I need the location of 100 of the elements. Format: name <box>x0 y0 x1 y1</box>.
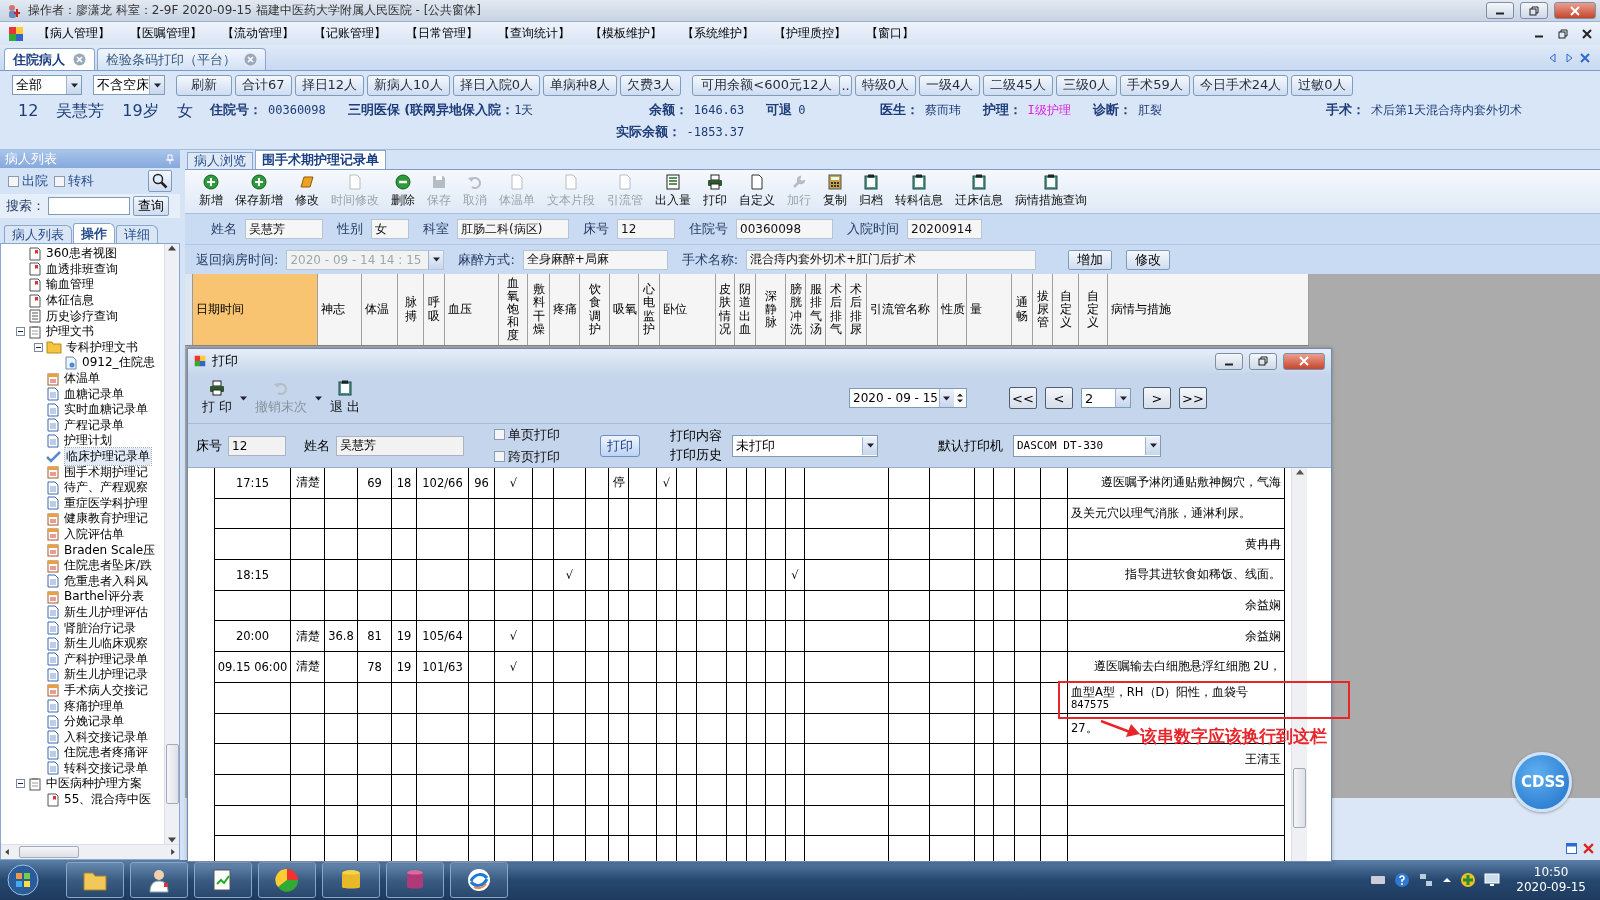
filter-button[interactable]: 择日入院0人 <box>452 74 540 96</box>
panel-tab[interactable]: 操作 <box>73 223 115 243</box>
filter-button[interactable]: 特级0人 <box>854 74 917 96</box>
menu-item[interactable]: 【病人管理】 <box>38 25 130 42</box>
toolbar-button[interactable]: 复制 <box>817 171 853 212</box>
menu-item[interactable]: 【记账管理】 <box>314 25 406 42</box>
toolbar-button[interactable]: 保存新增 <box>229 171 289 212</box>
record-tab[interactable]: 病人浏览 <box>187 152 253 169</box>
toolbar-button[interactable]: 归档 <box>853 171 889 212</box>
page-nav-button[interactable]: < <box>1045 387 1073 409</box>
text-field[interactable]: 20200914 <box>907 219 982 239</box>
tree-item[interactable]: 围手术期护理记 <box>63 463 149 481</box>
tree-item[interactable]: 护理计划 <box>63 432 113 450</box>
filter-button[interactable]: .. <box>839 74 852 96</box>
bed-select[interactable]: 不含空床 <box>93 75 165 95</box>
tree-item[interactable]: 肾脏治疗记录 <box>63 619 137 637</box>
menu-item[interactable]: 【模板维护】 <box>590 25 682 42</box>
text-field[interactable]: 吴慧芳 <box>336 435 464 456</box>
document-tab[interactable]: 住院病人 <box>4 48 95 70</box>
filter-button[interactable]: 合计67 <box>235 74 292 96</box>
menu-item[interactable]: 【系统维护】 <box>682 25 774 42</box>
tree-item[interactable]: 危重患者入科风 <box>63 572 149 590</box>
dialog-tool-button[interactable]: 退 出 <box>326 380 365 416</box>
filter-button[interactable]: 刷新 <box>176 74 232 96</box>
filter-button[interactable]: 新病人10人 <box>367 74 450 96</box>
checkbox[interactable]: 单页打印 <box>494 425 560 444</box>
menu-item[interactable]: 【窗口】 <box>866 25 958 42</box>
toolbar-button[interactable]: 删除 <box>385 171 421 212</box>
tree-item[interactable]: 体温单 <box>63 370 101 388</box>
record-tab[interactable]: 围手术期护理记录单 <box>255 150 386 169</box>
panel-tab[interactable]: 病人列表 <box>4 225 72 243</box>
text-field[interactable]: 00360098 <box>736 219 833 239</box>
filter-button[interactable]: 三级0人 <box>1055 74 1118 96</box>
filter-button[interactable]: 可用余额<600元12人 <box>692 74 841 96</box>
form-button[interactable]: 修改 <box>1126 249 1171 270</box>
tree-item[interactable]: 产程记录单 <box>63 416 125 434</box>
tree-item[interactable]: 健康教育护理记 <box>63 510 149 528</box>
toolbar-button[interactable]: 打印 <box>697 171 733 212</box>
filter-button[interactable]: 一级4人 <box>919 74 981 96</box>
tree-item[interactable]: 转科交接记录单 <box>63 759 149 777</box>
tree-item[interactable]: 实时血糖记录单 <box>63 401 149 419</box>
tree-item[interactable]: 新生儿临床观察 <box>63 635 149 653</box>
tree-item[interactable]: 体征信息 <box>45 292 95 310</box>
tree-item[interactable]: 中医病种护理方案 <box>45 775 143 793</box>
text-field[interactable]: 12 <box>617 219 675 239</box>
toolbar-button[interactable]: 出入量 <box>649 171 697 212</box>
tree-item[interactable]: 输血管理 <box>45 276 95 294</box>
tree-item[interactable]: 临床护理记录单 <box>65 448 151 465</box>
tree-item[interactable]: 疼痛护理单 <box>63 697 125 715</box>
print-button[interactable]: 打印 <box>600 434 640 457</box>
checkbox[interactable]: 跨页打印 <box>494 447 560 466</box>
tree-item[interactable]: 0912_住院患 <box>81 354 156 372</box>
checkbox[interactable]: 转科 <box>54 172 94 190</box>
tree-item[interactable]: 重症医学科护理 <box>63 494 149 512</box>
printer-select[interactable]: DASCOM DT-330 <box>1013 434 1161 457</box>
tree-item[interactable]: 新生儿护理记录 <box>63 666 149 684</box>
filter-button[interactable]: 单病种8人 <box>542 74 618 96</box>
print-content-select[interactable]: 未打印 <box>732 434 878 457</box>
tree-item[interactable]: 产科护理记录单 <box>63 650 149 668</box>
menu-item[interactable]: 【护理质控】 <box>774 25 866 42</box>
filter-button[interactable]: 今日手术24人 <box>1192 74 1289 96</box>
text-field[interactable]: 全身麻醉+局麻 <box>522 249 668 270</box>
toolbar-button[interactable]: 病情措施查询 <box>1009 171 1093 212</box>
page-nav-button[interactable]: > <box>1143 387 1171 409</box>
menu-item[interactable]: 【日常管理】 <box>406 25 498 42</box>
text-field[interactable]: 肛肠二科(病区) <box>457 219 569 239</box>
toolbar-button[interactable]: 迁床信息 <box>949 171 1009 212</box>
date-field[interactable]: 2020 - 09 - 15 <box>849 388 967 408</box>
tree-item[interactable]: 360患者视图 <box>45 245 118 263</box>
tree-item[interactable]: 血透排班查询 <box>45 260 119 278</box>
tree-item[interactable]: 新生儿护理评估 <box>63 603 149 621</box>
tree-item[interactable]: 手术病人交接记 <box>63 681 149 699</box>
tree-item[interactable]: 分娩记录单 <box>63 713 125 731</box>
page-select[interactable]: 2 <box>1081 388 1131 408</box>
query-button[interactable]: 查询 <box>133 196 169 216</box>
menu-item[interactable]: 【医嘱管理】 <box>130 25 222 42</box>
filter-button[interactable]: 欠费3人 <box>620 74 682 96</box>
tree-item[interactable]: 55、混合痔中医 <box>63 791 153 809</box>
dialog-tool-button[interactable]: 打 印 <box>198 380 237 416</box>
tree-item[interactable]: 住院患者坠床/跌 <box>63 557 154 575</box>
tree-item[interactable]: 血糖记录单 <box>63 385 125 403</box>
tree-item[interactable]: 护理文书 <box>45 323 95 341</box>
ward-select[interactable]: 全部 <box>12 75 82 95</box>
tree-item[interactable]: 历史诊疗查询 <box>45 307 119 325</box>
tree-item[interactable]: 待产、产程观察 <box>63 479 149 497</box>
panel-tab[interactable]: 详细 <box>116 225 158 243</box>
text-field[interactable]: 吴慧芳 <box>245 219 323 239</box>
text-field[interactable]: 混合痔内套外切术+肛门后扩术 <box>746 249 1037 270</box>
page-nav-button[interactable]: >> <box>1179 387 1207 409</box>
tree-item[interactable]: 入科交接记录单 <box>63 728 149 746</box>
tree-item[interactable]: 入院评估单 <box>63 526 125 543</box>
tree-item[interactable]: 住院患者疼痛评 <box>63 744 149 762</box>
toolbar-button[interactable]: 转科信息 <box>889 171 949 212</box>
toolbar-button[interactable]: 修改 <box>289 171 325 212</box>
filter-button[interactable]: 过敏0人 <box>1291 74 1353 96</box>
document-tab[interactable]: 检验条码打印（平台） <box>97 48 266 70</box>
tree-item[interactable]: 专科护理文书 <box>65 338 139 356</box>
form-button[interactable]: 增加 <box>1068 249 1113 270</box>
filter-button[interactable]: 择日12人 <box>294 74 365 96</box>
toolbar-button[interactable]: 自定义 <box>733 171 781 212</box>
